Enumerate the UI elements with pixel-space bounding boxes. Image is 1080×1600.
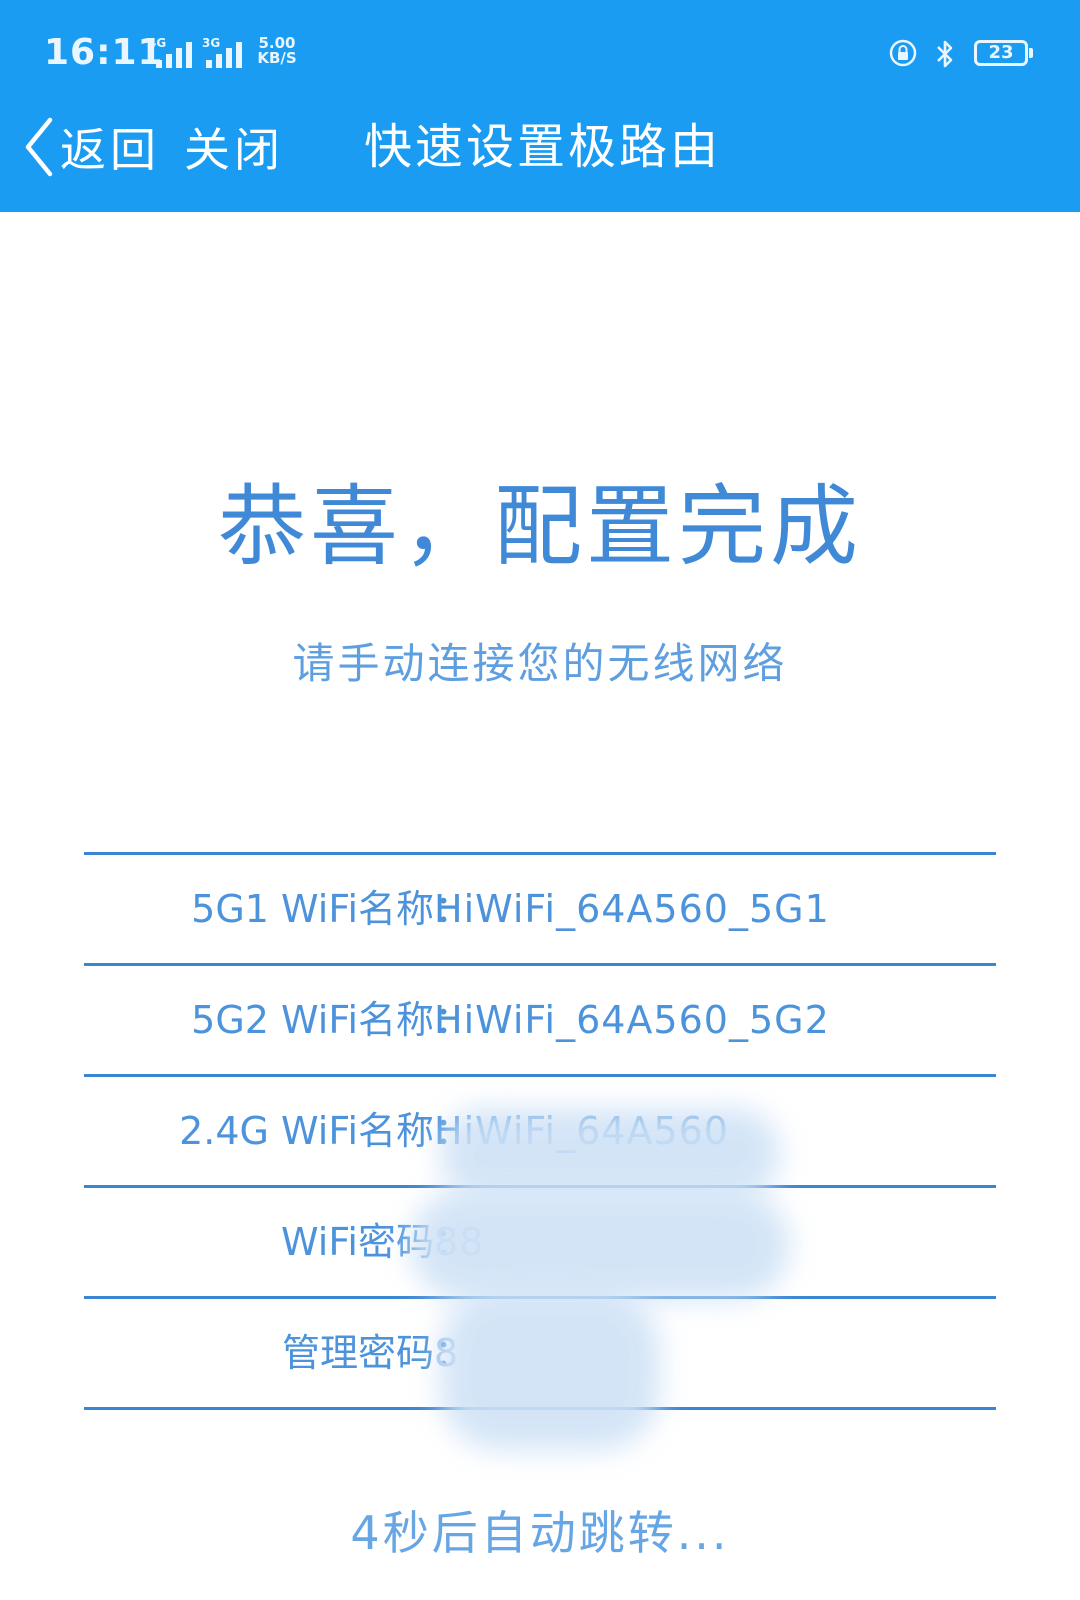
auto-redirect-countdown: 4秒后自动跳转...	[350, 1506, 730, 1560]
battery-icon: 23	[974, 40, 1028, 66]
cell-signal-icon: 4G	[142, 36, 202, 72]
connect-instruction: 请手动连接您的无线网络	[292, 639, 788, 688]
signal-type-label: 4G	[148, 36, 167, 50]
info-row-5g2: 5G2 WiFi名称： HiWiFi_64A560_5G2	[84, 966, 996, 1077]
chevron-left-icon	[25, 117, 53, 177]
close-button[interactable]: 关闭	[184, 112, 284, 182]
cell-signal-icon: 3G	[196, 36, 256, 72]
page-title: 快速设置极路由	[364, 119, 722, 175]
network-speed: 5.00 KB/S	[252, 36, 302, 66]
battery-level: 23	[988, 42, 1014, 63]
wifi-5g1-name: HiWiFi_64A560_5G1	[434, 887, 830, 931]
app-header: 16:11 4G 3G 5.00 KB/S 23 返回 关闭 快速设置极路由	[0, 0, 1080, 212]
wifi-5g2-label: 5G2 WiFi名称：	[191, 998, 472, 1042]
wifi-5g1-label: 5G1 WiFi名称：	[191, 887, 472, 931]
navigation-bar: 返回 关闭 快速设置极路由	[0, 100, 1080, 212]
signal-type-label: 3G	[202, 36, 221, 50]
redaction-overlay	[440, 1108, 780, 1198]
redaction-overlay	[440, 1290, 660, 1450]
router-setup-complete-screen: 16:11 4G 3G 5.00 KB/S 23 返回 关闭 快速设置极路由 恭…	[0, 0, 1080, 1600]
success-headline: 恭喜，配置完成	[217, 475, 862, 578]
close-label: 关闭	[184, 123, 284, 177]
wifi-2-4g-label: 2.4G WiFi名称：	[179, 1109, 472, 1153]
back-label: 返回	[60, 123, 160, 177]
status-bar: 16:11 4G 3G 5.00 KB/S 23	[0, 0, 1080, 100]
back-button[interactable]: 返回	[20, 112, 160, 182]
wifi-5g2-name: HiWiFi_64A560_5G2	[434, 998, 830, 1042]
bluetooth-icon	[937, 40, 953, 68]
network-speed-unit: KB/S	[257, 49, 297, 67]
info-row-5g1: 5G1 WiFi名称： HiWiFi_64A560_5G1	[84, 855, 996, 966]
rotation-lock-icon	[889, 39, 917, 67]
redaction-overlay	[410, 1190, 790, 1300]
battery-tip	[1029, 48, 1033, 58]
